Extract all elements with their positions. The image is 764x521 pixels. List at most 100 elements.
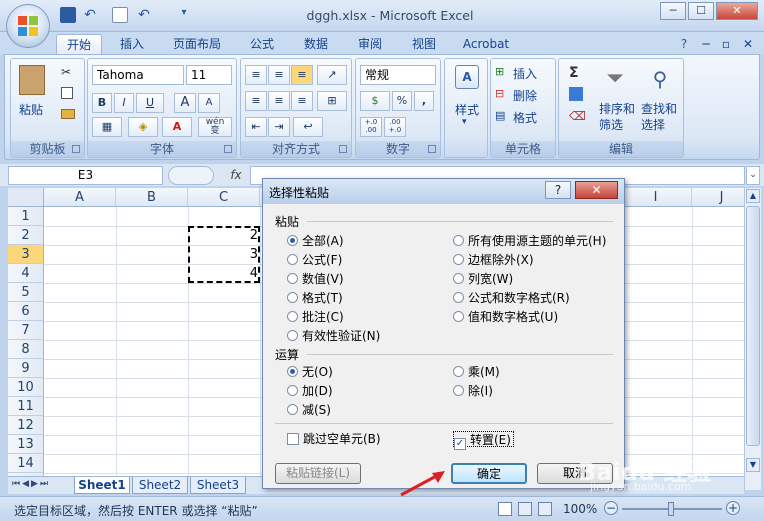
sort-filter-button[interactable]: 排序和 筛选 <box>599 101 639 133</box>
radio-paste-formats[interactable]: 格式(T) <box>287 290 343 306</box>
cut-icon[interactable]: ✂ <box>61 65 75 79</box>
phonetic-button[interactable]: wén 变 <box>198 117 232 137</box>
expand-formula-icon[interactable]: ⌄ <box>746 166 760 185</box>
row-header[interactable]: 5 <box>8 283 44 302</box>
scroll-thumb[interactable] <box>746 206 760 446</box>
format-button[interactable]: 格式 <box>513 109 537 126</box>
font-size-combo[interactable]: 11 <box>186 65 232 85</box>
normal-view-icon[interactable] <box>498 502 512 516</box>
merge-center-icon[interactable]: ⊞ <box>317 91 347 111</box>
radio-paste-comments[interactable]: 批注(C) <box>287 309 344 325</box>
ribbon-minimize-icon[interactable]: ─ <box>698 34 714 54</box>
number-launcher-icon[interactable] <box>428 145 436 153</box>
decrease-decimal-button[interactable]: .00 +.0 <box>384 117 406 137</box>
align-middle-icon[interactable]: ≡ <box>268 65 290 85</box>
ribbon-restore-icon[interactable]: ▫ <box>718 34 734 54</box>
sheet-tab[interactable]: Sheet3 <box>190 477 246 494</box>
row-header[interactable]: 7 <box>8 321 44 340</box>
row-header[interactable]: 11 <box>8 397 44 416</box>
sheet-tab[interactable]: Sheet1 <box>74 477 130 494</box>
radio-paste-formulas-numbers[interactable]: 公式和数字格式(R) <box>453 290 570 306</box>
radio-paste-source-theme[interactable]: 所有使用源主题的单元(H) <box>453 233 606 249</box>
wrap-text-icon[interactable]: ↩ <box>293 117 323 137</box>
radio-paste-values-numbers[interactable]: 值和数字格式(U) <box>453 309 558 325</box>
autosum-button[interactable]: Σ <box>569 65 579 81</box>
column-header[interactable]: J <box>692 188 744 207</box>
shrink-font-button[interactable]: A <box>198 93 220 113</box>
vertical-scrollbar[interactable]: ▲ ▼ <box>744 188 761 490</box>
format-painter-icon[interactable] <box>61 109 75 119</box>
bold-button[interactable]: B <box>92 93 112 113</box>
ribbon-close-icon[interactable]: ✕ <box>740 34 756 54</box>
print-preview-icon[interactable] <box>112 7 128 23</box>
page-break-view-icon[interactable] <box>538 502 552 516</box>
sheet-tab[interactable]: Sheet2 <box>132 477 188 494</box>
name-box[interactable]: E3 <box>8 166 163 185</box>
radio-paste-values[interactable]: 数值(V) <box>287 271 344 287</box>
help-icon[interactable]: ? <box>676 34 692 54</box>
dialog-help-button[interactable]: ? <box>545 181 571 199</box>
qat-customize-icon[interactable]: ▾ <box>176 7 192 23</box>
row-header[interactable]: 12 <box>8 416 44 435</box>
zoom-out-button[interactable]: − <box>604 501 618 515</box>
tab-home[interactable]: 开始 <box>56 34 102 54</box>
paste-button[interactable]: 粘贴 <box>19 101 43 118</box>
radio-paste-all[interactable]: 全部(A) <box>287 233 344 249</box>
save-icon[interactable] <box>60 7 76 23</box>
fill-color-icon[interactable]: ◈ <box>128 117 158 137</box>
font-launcher-icon[interactable] <box>224 145 232 153</box>
fill-icon[interactable] <box>569 87 583 101</box>
scroll-down-icon[interactable]: ▼ <box>746 458 760 472</box>
clear-icon[interactable]: ⌫ <box>569 109 586 123</box>
styles-button[interactable]: 样式 <box>453 101 481 118</box>
redo-icon[interactable]: ↶ <box>136 7 152 23</box>
office-button[interactable] <box>6 4 50 48</box>
align-center-icon[interactable]: ≡ <box>268 91 290 111</box>
scroll-up-icon[interactable]: ▲ <box>746 189 760 203</box>
radio-paste-no-borders[interactable]: 边框除外(X) <box>453 252 534 268</box>
tab-insert[interactable]: 插入 <box>110 34 154 54</box>
tab-formulas[interactable]: 公式 <box>240 34 284 54</box>
sheet-nav-icon[interactable]: ⏮◀▶⏭ <box>12 479 50 489</box>
increase-decimal-button[interactable]: +.0 .00 <box>360 117 382 137</box>
radio-paste-col-widths[interactable]: 列宽(W) <box>453 271 513 287</box>
undo-icon[interactable]: ↶ <box>82 7 98 23</box>
row-header[interactable]: 6 <box>8 302 44 321</box>
clipboard-launcher-icon[interactable] <box>72 145 80 153</box>
radio-op-none[interactable]: 无(O) <box>287 364 333 380</box>
align-top-icon[interactable]: ≡ <box>245 65 267 85</box>
column-header[interactable]: A <box>44 188 116 207</box>
underline-button[interactable]: U <box>136 93 164 113</box>
comma-button[interactable]: , <box>414 91 434 111</box>
borders-icon[interactable]: ▦ <box>92 117 122 137</box>
percent-button[interactable]: % <box>392 91 412 111</box>
tab-page-layout[interactable]: 页面布局 <box>164 34 230 54</box>
row-header[interactable]: 1 <box>8 207 44 226</box>
row-header[interactable]: 4 <box>8 264 44 283</box>
number-format-combo[interactable]: 常规 <box>360 65 436 85</box>
maximize-button[interactable]: ☐ <box>688 2 714 20</box>
find-select-button[interactable]: 查找和 选择 <box>641 101 681 133</box>
align-right-icon[interactable]: ≡ <box>291 91 313 111</box>
tab-data[interactable]: 数据 <box>294 34 338 54</box>
font-color-button[interactable]: A <box>162 117 192 137</box>
checkbox-transpose[interactable]: ✓ 转置(E) <box>453 431 514 450</box>
italic-button[interactable]: I <box>114 93 134 113</box>
insert-button[interactable]: 插入 <box>513 65 537 82</box>
insert-function-button[interactable]: fx <box>224 166 248 185</box>
zoom-in-button[interactable]: + <box>726 501 740 515</box>
align-bottom-icon[interactable]: ≡ <box>291 65 313 85</box>
delete-button[interactable]: 删除 <box>513 87 537 104</box>
radio-op-add[interactable]: 加(D) <box>287 383 333 399</box>
paste-link-button[interactable]: 粘贴链接(L) <box>275 463 361 484</box>
radio-op-multiply[interactable]: 乘(M) <box>453 364 500 380</box>
increase-indent-icon[interactable]: ⇥ <box>268 117 290 137</box>
row-header[interactable]: 8 <box>8 340 44 359</box>
styles-dropdown-icon[interactable]: ▾ <box>462 117 467 127</box>
orientation-icon[interactable]: ↗ <box>317 65 347 85</box>
radio-paste-validation[interactable]: 有效性验证(N) <box>287 328 380 344</box>
radio-op-subtract[interactable]: 减(S) <box>287 402 331 418</box>
row-header[interactable]: 9 <box>8 359 44 378</box>
radio-op-divide[interactable]: 除(I) <box>453 383 493 399</box>
row-header[interactable]: 3 <box>8 245 44 264</box>
